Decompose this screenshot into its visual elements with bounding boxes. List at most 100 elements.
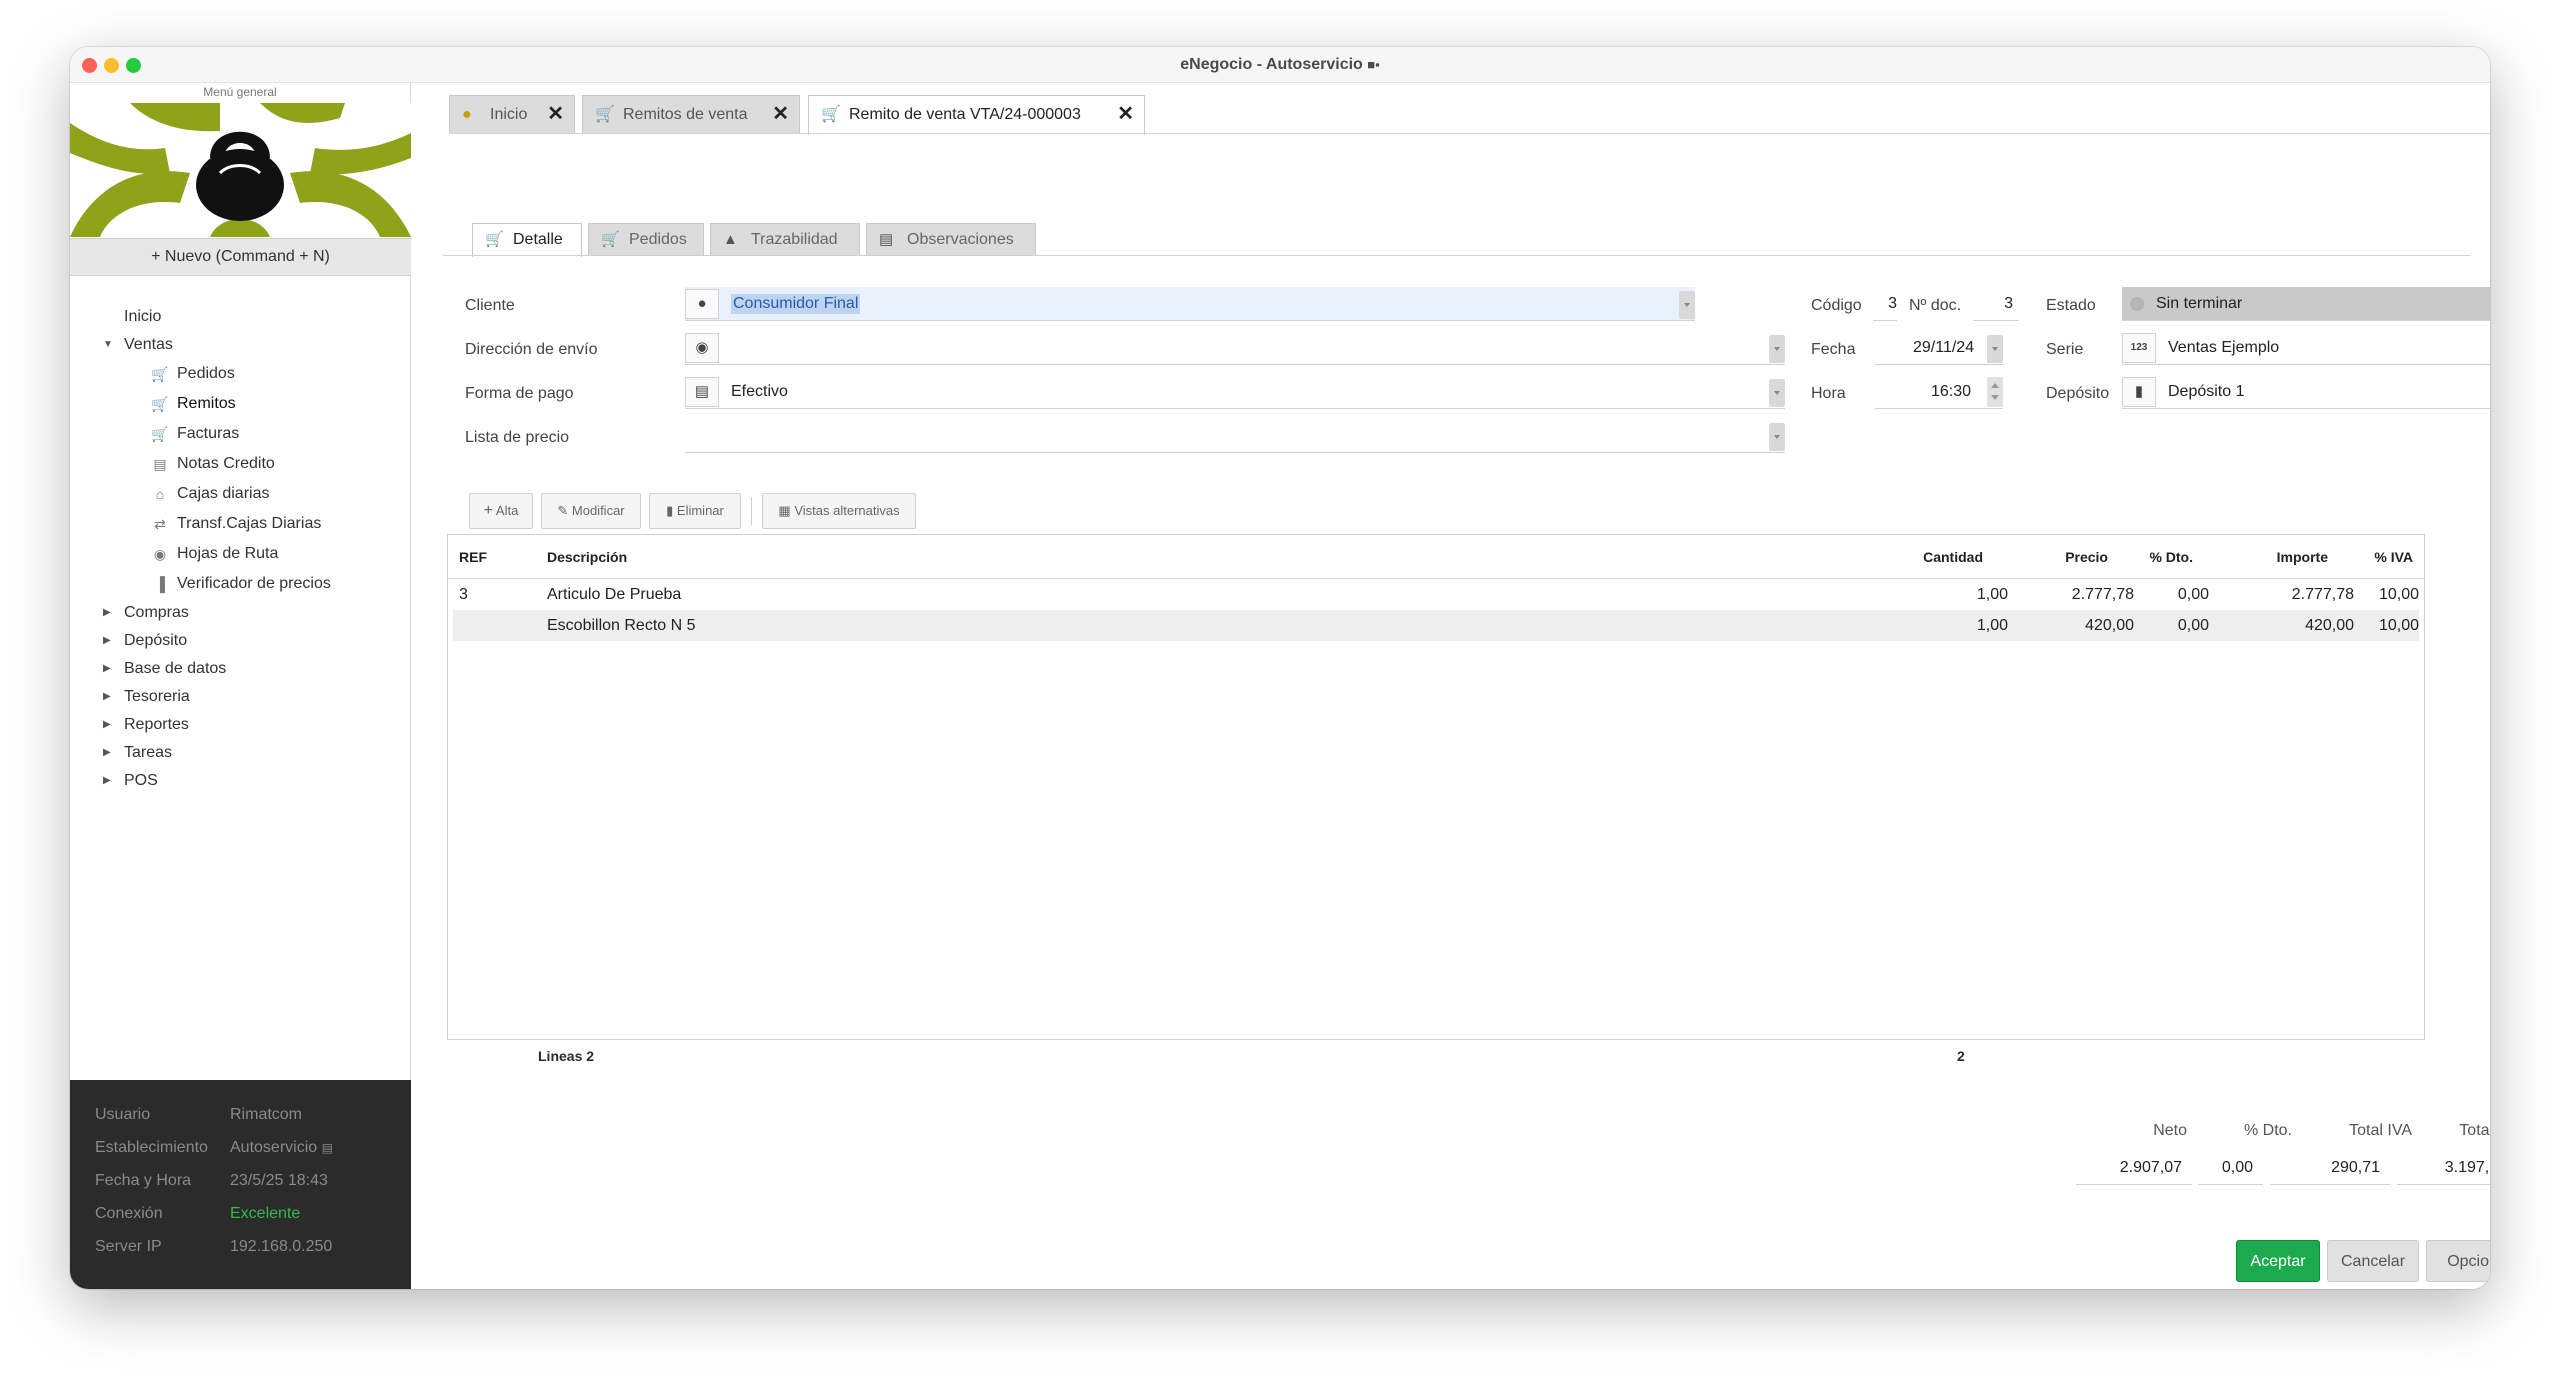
fecha-field[interactable]: 29/11/24 [1875, 331, 2003, 365]
document-icon: ▤ [153, 456, 167, 472]
chevron-right-icon[interactable]: ▶ [103, 711, 115, 739]
close-tab-icon[interactable]: ✕ [772, 96, 789, 133]
col-iva[interactable]: % IVA [2343, 535, 2413, 579]
usuario-value: Rimatcom [230, 1106, 303, 1123]
col-precio[interactable]: Precio [2008, 535, 2108, 579]
sidebar-item-label: Tesoreria [124, 688, 190, 705]
lista-precio-dropdown-icon[interactable] [1769, 423, 1785, 451]
sidebar-item-remitos[interactable]: 🛒 Remitos [70, 389, 411, 419]
ndoc-label: Nº doc. [1909, 297, 1962, 314]
sidebar-item-ventas[interactable]: ▼ Ventas [70, 331, 411, 359]
total-iva-label: Total IVA [2349, 1122, 2412, 1139]
opciones-button[interactable]: Opciones [2426, 1240, 2490, 1282]
cliente-field[interactable]: ● Consumidor Final [685, 287, 1695, 321]
table-row[interactable]: Escobillon Recto N 5 1,00 420,00 0,00 42… [453, 610, 2419, 641]
tab-pedidos[interactable]: 🛒 Pedidos [588, 223, 704, 255]
server-ip-value: 192.168.0.250 [230, 1238, 333, 1255]
sidebar-item-compras[interactable]: ▶ Compras [70, 599, 411, 627]
note-icon: ▤ [879, 231, 894, 248]
tab-detalle[interactable]: 🛒 Detalle [472, 223, 582, 257]
col-ref[interactable]: REF [459, 535, 487, 579]
alta-button[interactable]: + Alta [469, 493, 533, 529]
cancelar-button[interactable]: Cancelar [2327, 1240, 2419, 1282]
hora-stepper[interactable] [1987, 377, 2003, 407]
sidebar-item-label: POS [124, 772, 158, 789]
lines-table: REF Descripción Cantidad Precio % Dto. I… [447, 534, 2425, 1040]
codigo-field[interactable]: 3 [1873, 287, 1897, 321]
server-ip-label: Server IP [95, 1238, 162, 1255]
sidebar-item-label: Cajas diarias [177, 485, 270, 502]
estado-field[interactable]: Sin terminar [2122, 287, 2490, 321]
chevron-right-icon[interactable]: ▶ [103, 655, 115, 683]
chevron-right-icon[interactable]: ▶ [103, 767, 115, 795]
sidebar-item-base-de-datos[interactable]: ▶ Base de datos [70, 655, 411, 683]
chevron-right-icon[interactable]: ▶ [103, 739, 115, 767]
sidebar-item-label: Inicio [124, 308, 162, 325]
credit-card-icon[interactable]: ▤ [685, 377, 719, 407]
col-descripcion[interactable]: Descripción [547, 535, 627, 579]
hora-field[interactable]: 16:30 [1875, 375, 2003, 409]
aceptar-button[interactable]: Aceptar [2236, 1240, 2320, 1282]
total-remito-label: Total remito [2459, 1122, 2490, 1139]
sidebar-item-facturas[interactable]: 🛒 Facturas [70, 419, 411, 449]
tab-trazabilidad[interactable]: ▲ Trazabilidad [710, 223, 860, 255]
sidebar-item-verificador-de-precios[interactable]: ▐ Verificador de precios [70, 569, 411, 599]
table-header: REF Descripción Cantidad Precio % Dto. I… [448, 535, 2424, 579]
sidebar-item-tesoreria[interactable]: ▶ Tesoreria [70, 683, 411, 711]
chevron-right-icon[interactable]: ▶ [103, 683, 115, 711]
cart-icon: 🛒 [595, 106, 615, 123]
close-tab-icon[interactable]: ✕ [547, 96, 564, 133]
lightbulb-icon: ● [462, 106, 472, 123]
new-button[interactable]: + Nuevo (Command + N) [70, 238, 411, 276]
eliminar-button[interactable]: ▮ Eliminar [649, 493, 741, 529]
app-window: eNegocio - Autoservicio ■▪ Menú general … [70, 47, 2490, 1289]
vistas-alternativas-button[interactable]: ▦ Vistas alternativas [762, 493, 916, 529]
sidebar-item-inicio[interactable]: Inicio [70, 303, 411, 331]
sidebar-item-notas-credito[interactable]: ▤ Notas Credito [70, 449, 411, 479]
table-row[interactable]: 3 Articulo De Prueba 1,00 2.777,78 0,00 … [453, 579, 2419, 610]
forma-pago-field[interactable]: ▤ Efectivo [685, 375, 1785, 409]
sidebar-item-cajas-diarias[interactable]: ⌂ Cajas diarias [70, 479, 411, 509]
col-cantidad[interactable]: Cantidad [1878, 535, 1983, 579]
sidebar-item-label: Ventas [124, 336, 173, 353]
transfer-icon: ⇄ [154, 516, 166, 532]
tab-inicio[interactable]: ● Inicio ✕ [449, 95, 575, 133]
forma-pago-dropdown-icon[interactable] [1769, 379, 1785, 407]
direccion-dropdown-icon[interactable] [1769, 335, 1785, 363]
chevron-right-icon[interactable]: ▶ [103, 599, 115, 627]
sidebar-item-depósito[interactable]: ▶ Depósito [70, 627, 411, 655]
barcode-icon: ▐ [155, 576, 165, 592]
serie-field[interactable]: 123 Ventas Ejemplo [2122, 331, 2490, 365]
deposito-field[interactable]: ▮ Depósito 1 [2122, 375, 2490, 409]
sidebar-item-reportes[interactable]: ▶ Reportes [70, 711, 411, 739]
tab-remito-vta-000003[interactable]: 🛒 Remito de venta VTA/24-000003 ✕ [808, 95, 1145, 135]
close-tab-icon[interactable]: ✕ [1117, 96, 1134, 133]
person-icon[interactable]: ● [685, 289, 719, 319]
lista-precio-field[interactable] [685, 419, 1785, 453]
title-bar: eNegocio - Autoservicio ■▪ [70, 47, 2490, 83]
chevron-right-icon[interactable]: ▶ [103, 627, 115, 655]
ndoc-field[interactable]: 3 [1973, 287, 2019, 321]
sidebar-item-pos[interactable]: ▶ POS [70, 767, 411, 795]
tab-remitos-de-venta[interactable]: 🛒 Remitos de venta ✕ [582, 95, 800, 133]
tab-observaciones[interactable]: ▤ Observaciones [866, 223, 1036, 255]
users-icon: ■▪ [1367, 57, 1380, 72]
cart-icon: 🛒 [821, 106, 841, 123]
sidebar-item-transf-cajas-diarias[interactable]: ⇄ Transf.Cajas Diarias [70, 509, 411, 539]
direccion-envio-field[interactable]: ◉ [685, 331, 1785, 365]
sidebar-item-hojas-de-ruta[interactable]: ◉ Hojas de Ruta [70, 539, 411, 569]
modificar-button[interactable]: ✎ Modificar [541, 493, 641, 529]
sidebar-item-tareas[interactable]: ▶ Tareas [70, 739, 411, 767]
sidebar-item-pedidos[interactable]: 🛒 Pedidos [70, 359, 411, 389]
cliente-dropdown-icon[interactable] [1679, 291, 1695, 319]
location-pin-icon[interactable]: ◉ [685, 333, 719, 363]
session-info-panel: Usuario Rimatcom Establecimiento Autoservi… [70, 1080, 411, 1289]
sidebar-item-label: Remitos [177, 395, 236, 412]
sidebar-item-label: Facturas [177, 425, 240, 442]
chevron-down-icon[interactable]: ▼ [103, 331, 115, 359]
cart-icon: 🛒 [151, 396, 169, 412]
fecha-dropdown-icon[interactable] [1987, 335, 2003, 363]
pin-icon: ◉ [153, 546, 167, 562]
col-dto[interactable]: % Dto. [2118, 535, 2193, 579]
col-importe[interactable]: Importe [2228, 535, 2328, 579]
